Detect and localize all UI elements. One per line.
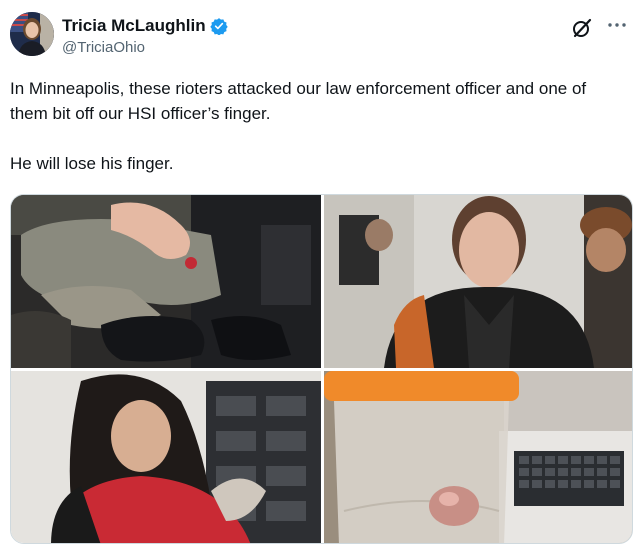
- photo-man-in-jacket[interactable]: [324, 195, 632, 368]
- author-display-name[interactable]: Tricia McLaughlin: [62, 16, 206, 36]
- tweet-header: Tricia McLaughlin @TriciaOhio: [10, 12, 633, 60]
- tweet-text-line-2: He will lose his finger.: [10, 154, 174, 173]
- photo-hands-injury[interactable]: [11, 195, 321, 368]
- tweet-text: In Minneapolis, these rioters attacked o…: [10, 76, 625, 176]
- author-names: Tricia McLaughlin @TriciaOhio: [62, 15, 228, 56]
- more-horizontal-icon[interactable]: [605, 14, 629, 38]
- photo-specimen-jar[interactable]: [324, 371, 632, 543]
- verified-badge-icon: [209, 17, 228, 36]
- grok-slash-icon[interactable]: [571, 17, 593, 39]
- author-handle[interactable]: @TriciaOhio: [62, 39, 228, 56]
- media-grid: [10, 194, 633, 544]
- photo-person-red-coat[interactable]: [11, 371, 321, 543]
- tweet-text-line-1: In Minneapolis, these rioters attacked o…: [10, 79, 587, 123]
- avatar[interactable]: [10, 12, 54, 56]
